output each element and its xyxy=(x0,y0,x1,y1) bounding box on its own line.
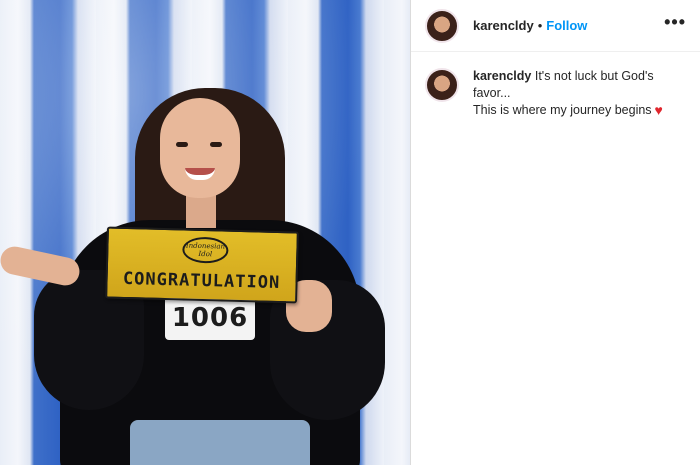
post-sidebar: karencldy • Follow ••• karencldy It's no… xyxy=(411,0,700,465)
red-heart-icon: ♥ xyxy=(654,102,663,118)
caption-text: karencldy It's not luck but God's favor.… xyxy=(473,68,663,119)
post-caption: karencldy It's not luck but God's favor.… xyxy=(411,52,700,119)
sign-text: CONGRATULATION xyxy=(122,268,281,294)
person-face xyxy=(160,98,240,198)
follow-button[interactable]: Follow xyxy=(546,18,587,33)
separator-dot: • xyxy=(537,18,543,33)
post-photo[interactable]: 1006 Indonesian Idol CONGRATULATION xyxy=(0,0,411,465)
caption-line-2: favor... xyxy=(473,86,511,100)
caption-avatar[interactable] xyxy=(425,68,459,102)
person-eye xyxy=(176,142,188,147)
header-username[interactable]: karencldy xyxy=(473,18,534,33)
post-header: karencldy • Follow ••• xyxy=(411,0,700,52)
person-jeans xyxy=(130,420,310,465)
golden-ticket-sign: Indonesian Idol CONGRATULATION xyxy=(105,226,299,304)
caption-line-1: It's not luck but God's xyxy=(534,69,654,83)
caption-username[interactable]: karencldy xyxy=(473,69,531,83)
person-eye xyxy=(210,142,222,147)
profile-avatar[interactable] xyxy=(425,8,459,43)
more-options-icon[interactable]: ••• xyxy=(664,12,686,33)
idol-logo-emblem: Indonesian Idol xyxy=(182,236,229,264)
instagram-post: 1006 Indonesian Idol CONGRATULATION kare… xyxy=(0,0,700,465)
audition-bib-number: 1006 xyxy=(165,296,255,340)
caption-line-3: This is where my journey begins xyxy=(473,103,652,117)
